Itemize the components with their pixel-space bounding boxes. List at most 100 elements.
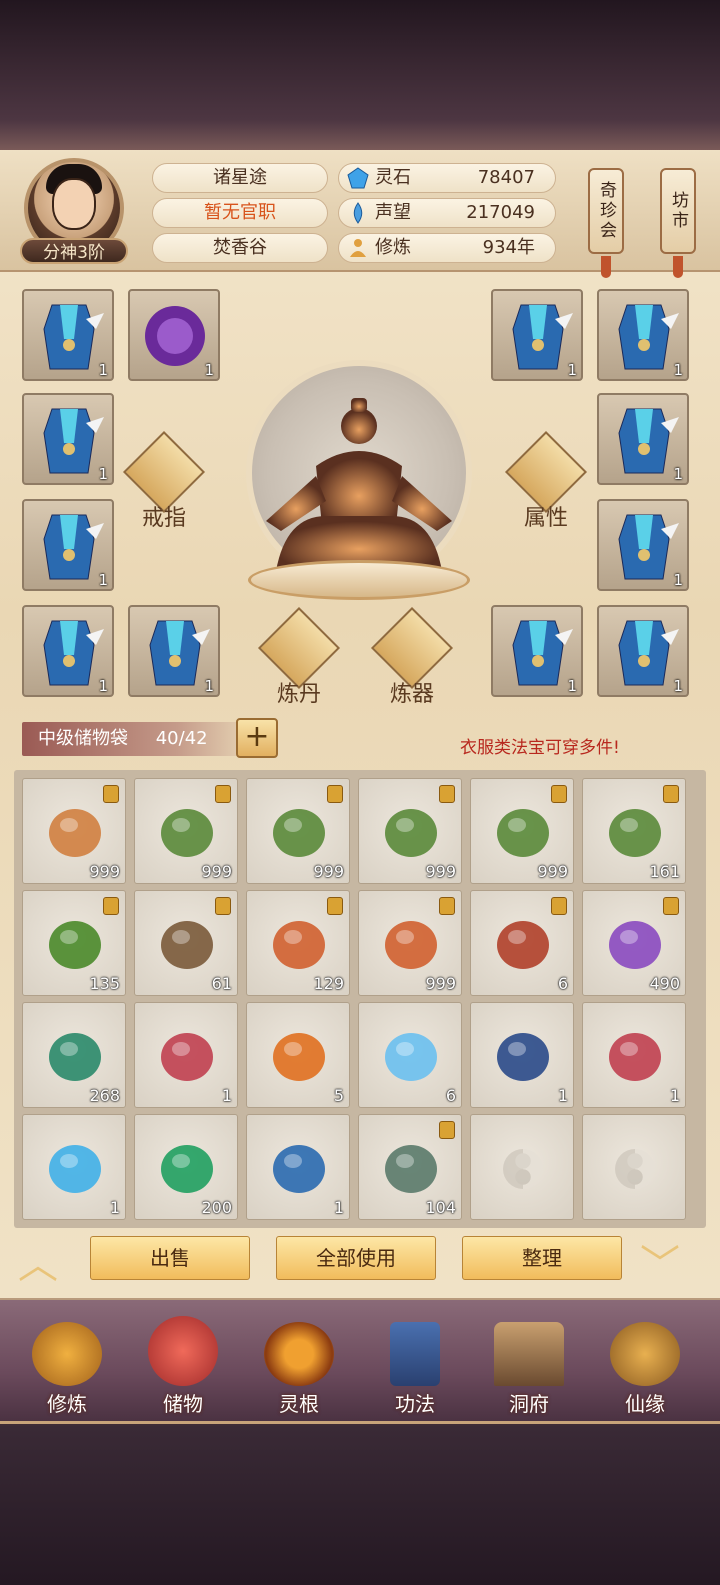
- sort-button[interactable]: 整理: [462, 1236, 622, 1280]
- slot-quantity: 1: [673, 465, 683, 483]
- nav-spirit-root[interactable]: 灵根: [254, 1322, 344, 1417]
- equipment-slot[interactable]: 1: [128, 605, 220, 697]
- leaf-seed-icon: [497, 809, 549, 857]
- official-position[interactable]: 暂无官职: [152, 198, 328, 228]
- equipment-slot[interactable]: 1: [22, 289, 114, 381]
- scroll-bundle-icon: [609, 1033, 661, 1081]
- reputation-row: 声望 217049: [338, 198, 556, 228]
- tassel: [601, 256, 611, 278]
- item-quantity: 129: [313, 974, 344, 993]
- inventory-slot[interactable]: 1: [22, 1114, 126, 1220]
- inventory-slot[interactable]: [582, 1114, 686, 1220]
- item-quantity: 1: [109, 1198, 120, 1217]
- item-quantity: 161: [649, 862, 680, 881]
- item-quantity: 1: [333, 1198, 344, 1217]
- spirit-root-icon: [264, 1322, 334, 1386]
- equipment-slot[interactable]: 1: [491, 605, 583, 697]
- bag-icon: [148, 1316, 218, 1386]
- sell-button[interactable]: 出售: [90, 1236, 250, 1280]
- lock-icon: [327, 785, 343, 803]
- inventory-slot[interactable]: 1: [134, 1002, 238, 1108]
- ring-label[interactable]: 戒指: [124, 500, 204, 532]
- nav-label: 洞府: [509, 1392, 549, 1416]
- lock-icon: [215, 785, 231, 803]
- equipment-slot[interactable]: 1: [22, 605, 114, 697]
- forge-label[interactable]: 炼器: [372, 676, 452, 708]
- attribute-label[interactable]: 属性: [506, 500, 586, 532]
- item-quantity: 268: [89, 1086, 120, 1105]
- use-all-button[interactable]: 全部使用: [276, 1236, 436, 1280]
- robe-icon: [43, 408, 104, 474]
- blue-crystal-icon: [49, 1145, 101, 1193]
- bottom-backdrop: [0, 1426, 720, 1585]
- leaf-seed-icon: [273, 809, 325, 857]
- nav-storage[interactable]: 储物: [138, 1316, 228, 1417]
- inventory-slot[interactable]: 104: [358, 1114, 462, 1220]
- equipment-slot[interactable]: 1: [22, 393, 114, 485]
- equipment-slot[interactable]: 1: [22, 499, 114, 591]
- pedestal: [248, 560, 470, 600]
- equipment-slot[interactable]: 1: [491, 289, 583, 381]
- inventory-slot[interactable]: 999: [22, 778, 126, 884]
- cultivation-icon: [350, 239, 366, 257]
- inventory-slot[interactable]: 999: [358, 778, 462, 884]
- item-quantity: 6: [445, 1086, 456, 1105]
- inventory-slot[interactable]: [470, 1114, 574, 1220]
- nav-fate[interactable]: 仙缘: [600, 1322, 690, 1417]
- inventory-slot[interactable]: 999: [246, 778, 350, 884]
- inventory-slot[interactable]: 999: [358, 890, 462, 996]
- expand-bag-button[interactable]: +: [236, 718, 278, 758]
- inventory-slot[interactable]: 6: [358, 1002, 462, 1108]
- inventory-slot[interactable]: 6: [470, 890, 574, 996]
- alchemy-label[interactable]: 炼丹: [259, 676, 339, 708]
- scroll-down-icon[interactable]: ﹀: [640, 1232, 680, 1290]
- nav-techniques[interactable]: 功法: [370, 1322, 460, 1417]
- inventory-slot[interactable]: 268: [22, 1002, 126, 1108]
- item-quantity: 999: [313, 862, 344, 881]
- robe-icon: [618, 408, 679, 474]
- inventory-slot[interactable]: 135: [22, 890, 126, 996]
- robe-icon: [43, 304, 104, 370]
- inventory-slot[interactable]: 61: [134, 890, 238, 996]
- nav-label: 功法: [395, 1392, 435, 1416]
- purple-flower-icon: [609, 921, 661, 969]
- slot-quantity: 1: [673, 571, 683, 589]
- inventory-slot[interactable]: 1: [246, 1114, 350, 1220]
- item-quantity: 1: [221, 1086, 232, 1105]
- inventory-slot[interactable]: 161: [582, 778, 686, 884]
- inventory-slot[interactable]: 5: [246, 1002, 350, 1108]
- equipment-slot[interactable]: 1: [597, 499, 689, 591]
- lock-icon: [439, 1121, 455, 1139]
- scroll-up-icon[interactable]: ︿: [18, 1232, 58, 1290]
- inventory-slot[interactable]: 200: [134, 1114, 238, 1220]
- inventory-slot[interactable]: 1: [470, 1002, 574, 1108]
- robe-icon: [512, 620, 573, 686]
- meditating-figure-icon: [266, 398, 452, 571]
- equipment-slot[interactable]: 1: [597, 289, 689, 381]
- item-quantity: 104: [425, 1198, 456, 1217]
- item-quantity: 1: [669, 1086, 680, 1105]
- item-quantity: 5: [333, 1086, 344, 1105]
- inventory-slot[interactable]: 1: [582, 1002, 686, 1108]
- inventory-slot[interactable]: 490: [582, 890, 686, 996]
- inventory-slot[interactable]: 999: [470, 778, 574, 884]
- robe-icon: [149, 620, 210, 686]
- market-tag[interactable]: 坊市: [660, 168, 696, 254]
- slot-quantity: 1: [673, 361, 683, 379]
- bag-capacity: 40/42: [155, 728, 208, 749]
- lock-icon: [103, 785, 119, 803]
- bag-name: 中级储物袋: [38, 728, 128, 749]
- nav-cave[interactable]: 洞府: [484, 1322, 574, 1417]
- inventory-slot[interactable]: 129: [246, 890, 350, 996]
- equipment-slot[interactable]: 1: [128, 289, 220, 381]
- book-icon: [390, 1322, 440, 1386]
- equipment-slot[interactable]: 1: [597, 605, 689, 697]
- nav-cultivate[interactable]: 修炼: [22, 1322, 112, 1417]
- treasure-auction-tag[interactable]: 奇珍会: [588, 168, 624, 254]
- equipment-slot[interactable]: 1: [597, 393, 689, 485]
- item-quantity: 1: [557, 1086, 568, 1105]
- slot-quantity: 1: [673, 677, 683, 695]
- green-gourd-icon: [49, 1033, 101, 1081]
- robe-icon: [43, 514, 104, 580]
- inventory-slot[interactable]: 999: [134, 778, 238, 884]
